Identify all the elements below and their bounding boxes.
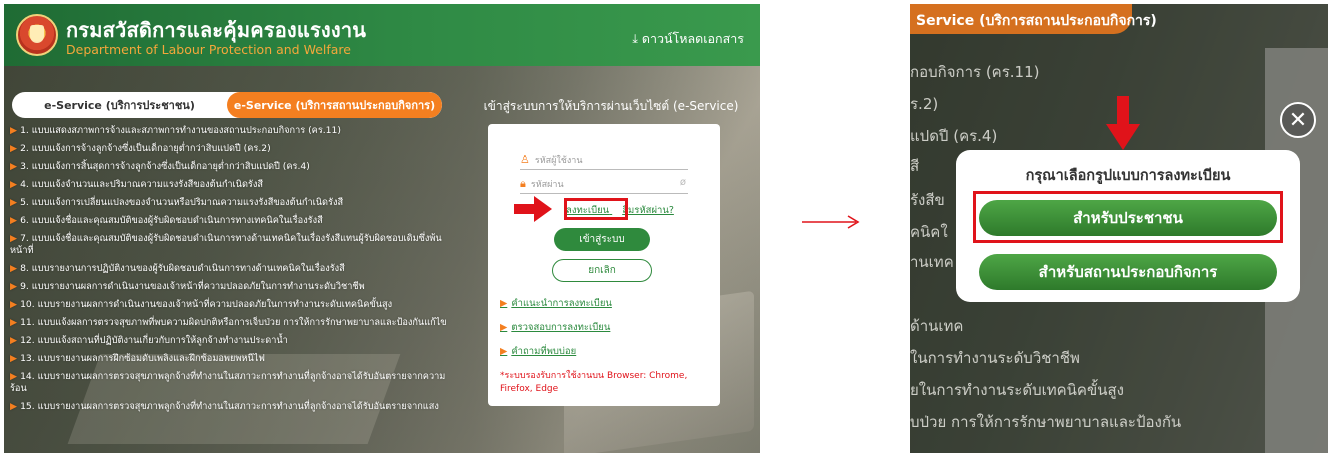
site-header: กรมสวัสดิการและคุ้มครองแรงงาน Department… [4,4,760,66]
highlight-box [973,191,1283,243]
forgot-password-link[interactable]: ลืมรหัสผ่าน? [622,205,674,216]
bullet-icon: ▶ [10,299,18,310]
tab-eservice-people[interactable]: e-Service (บริการประชาชน) [12,92,227,118]
bullet-icon: ▶ [10,371,18,382]
site-title-en: Department of Labour Protection and Welf… [66,42,351,57]
bullet-icon: ▶ [10,317,18,328]
registration-type-modal: กรุณาเลือกรูปแบบการลงทะเบียน สำหรับประชา… [956,150,1300,302]
form-list-item[interactable]: ▶ 9. แบบรายงานผลการดำเนินงานของเจ้าหน้าที… [10,281,450,293]
dimmed-list-item: กอบกิจการ (คร.11) [910,63,1040,81]
form-list-item[interactable]: ▶ 11. แบบแจ้งผลการตรวจสุขภาพที่พบความผิดป… [10,317,450,329]
password-field[interactable]: 🔒︎ รหัสผ่าน ø [520,174,688,194]
dimmed-list-item: ด้านเทค [910,317,964,335]
dimmed-list-item: ในการทำงานระดับวิชาชีพ [910,349,1080,367]
form-list-item[interactable]: ▶ 2. แบบแจ้งการจ้างลูกจ้างซึ่งเป็นเด็กอาย… [10,143,450,155]
dimmed-list-item: ยในการทำงานระดับเทคนิคขั้นสูง [910,381,1124,399]
help-link-registration-guide[interactable]: ▶ คำแนะนำการลงทะเบียน [500,296,612,311]
bullet-icon: ▶ [10,215,18,226]
form-list-item[interactable]: ▶ 13. แบบรายงานผลการฝึกซ้อมดับเพลิงและฝึก… [10,353,450,365]
form-list-item[interactable]: ▶ 12. แบบแจ้งสถานที่ปฏิบัติงานเกี่ยวกับกา… [10,335,450,347]
bullet-icon: ▶ [500,298,508,309]
download-documents-link[interactable]: ⤓ ดาวน์โหลดเอกสาร [632,29,744,49]
tutorial-stage: กรมสวัสดิการและคุ้มครองแรงงาน Department… [0,0,1332,457]
help-link-check-registration[interactable]: ▶ ตรวจสอบการลงทะเบียน [500,320,610,335]
help-link-faq[interactable]: ▶ คำถามที่พบบ่อย [500,344,576,359]
step-arrow-icon [802,215,860,229]
bullet-icon: ▶ [10,401,18,412]
highlight-box [564,198,628,220]
red-arrow-down-icon [1106,96,1140,150]
form-list-item[interactable]: ▶ 8. แบบรายงานการปฏิบัติงานของผู้รับผิดชอ… [10,263,450,275]
bullet-icon: ▶ [10,179,18,190]
bullet-icon: ▶ [10,281,18,292]
bullet-icon: ▶ [500,322,508,333]
bullet-icon: ▶ [500,346,508,357]
service-tabs: e-Service (บริการประชาชน) e-Service (บริ… [12,92,442,118]
bullet-icon: ▶ [10,335,18,346]
login-heading: เข้าสู่ระบบการให้บริการผ่านเว็บไซต์ (e-S… [483,99,739,113]
bullet-icon: ▶ [10,353,18,364]
dimmed-list-item: ร.2) [910,95,939,113]
bullet-icon: ▶ [10,197,18,208]
bullet-icon: ▶ [10,143,18,154]
form-list: ▶ 1. แบบแสดงสภาพการจ้างและสภาพการทำงานของ… [10,125,450,419]
form-list-item[interactable]: ▶ 10. แบบรายงานผลการดำเนินงานของเจ้าหน้าท… [10,299,450,311]
username-field[interactable]: ♙ รหัสผู้ใช้งาน [520,150,688,170]
form-list-item[interactable]: ▶ 1. แบบแสดงสภาพการจ้างและสภาพการทำงานของ… [10,125,450,137]
department-logo[interactable] [16,14,58,56]
bullet-icon: ▶ [10,263,18,274]
close-icon[interactable]: ✕ [1280,102,1316,138]
modal-title: กรุณาเลือกรูปแบบการลงทะเบียน [1025,168,1231,184]
form-list-item[interactable]: ▶ 3. แบบแจ้งการสิ้นสุดการจ้างลูกจ้างซึ่งเ… [10,161,450,173]
left-screenshot: กรมสวัสดิการและคุ้มครองแรงงาน Department… [4,4,760,453]
bullet-icon: ▶ [10,161,18,172]
register-business-button[interactable]: สำหรับสถานประกอบกิจการ [979,254,1277,290]
eye-hidden-icon[interactable]: ø [680,177,686,188]
form-list-item[interactable]: ▶ 6. แบบแจ้งชื่อและคุณสมบัติของผู้รับผิดช… [10,215,450,227]
tab-eservice-business[interactable]: e-Service (บริการสถานประกอบกิจการ) [227,92,442,118]
right-screenshot: Service (บริการสถานประกอบกิจการ) กอบกิจก… [910,4,1328,453]
login-box: ♙ รหัสผู้ใช้งาน 🔒︎ รหัสผ่าน ø ลงทะเบียน … [488,124,720,406]
user-icon: ♙ [520,153,530,166]
dimmed-list-item: แปดปี (คร.4) [910,127,998,145]
form-list-item[interactable]: ▶ 5. แบบแจ้งการเปลี่ยนแปลงของจำนวนหรือปริ… [10,197,450,209]
form-list-item[interactable]: ▶ 15. แบบรายงานผลการตรวจสุขภาพลูกจ้างที่ท… [10,401,450,413]
cancel-button[interactable]: ยกเลิก [552,259,652,282]
red-arrow-right-icon [514,196,552,222]
lock-icon: 🔒︎ [520,176,526,190]
dimmed-list-item: บป่วย การให้การรักษาพยาบาลและป้องกัน [910,413,1182,431]
form-list-item[interactable]: ▶ 4. แบบแจ้งจำนวนและปริมาณความแรงรังสีของ… [10,179,450,191]
form-list-item[interactable]: ▶ 14. แบบรายงานผลการตรวจสุขภาพลูกจ้างที่ท… [10,371,450,395]
bullet-icon: ▶ [10,125,18,136]
login-button[interactable]: เข้าสู่ระบบ [554,228,650,251]
tab-eservice-business-dimmed: Service (บริการสถานประกอบกิจการ) [910,4,1157,34]
bullet-icon: ▶ [10,233,18,244]
browser-support-note: *ระบบรองรับการใช้งานบน Browser: Chrome, … [500,371,688,394]
form-list-item[interactable]: ▶ 7. แบบแจ้งชื่อและคุณสมบัติของผู้รับผิดช… [10,233,450,257]
